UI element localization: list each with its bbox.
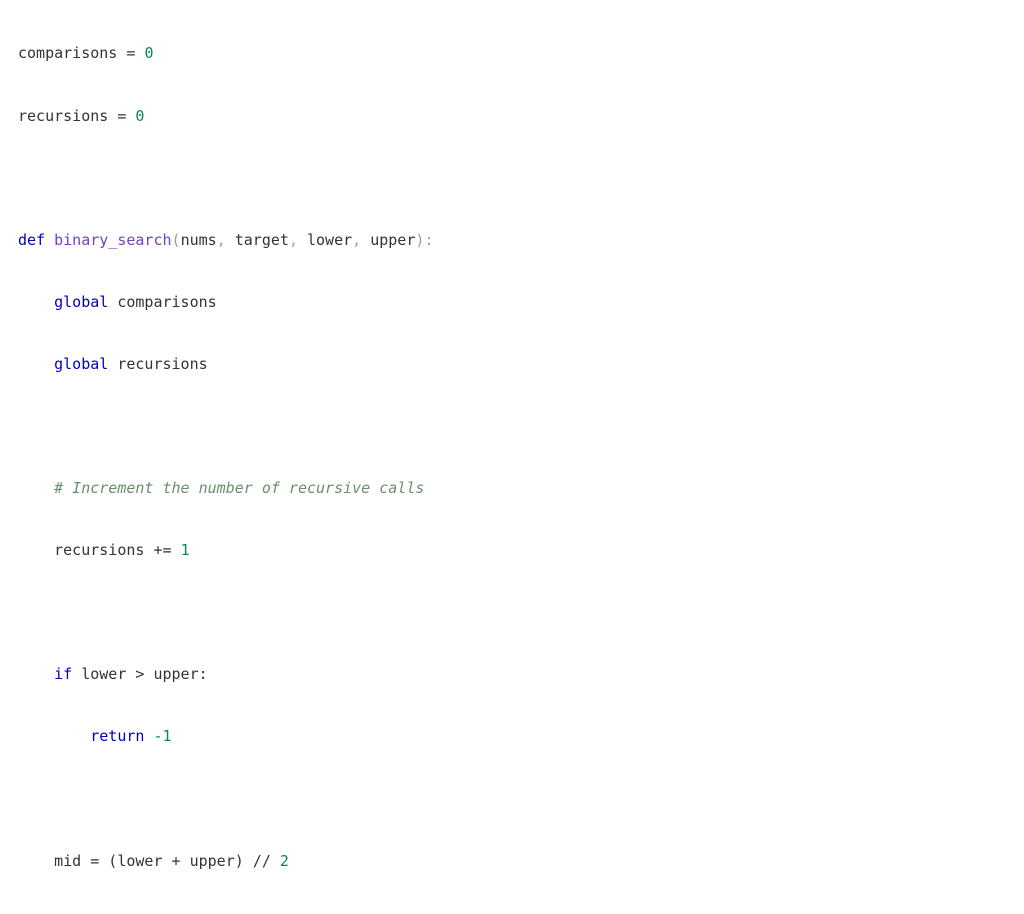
code-line[interactable]: global recursions: [18, 354, 1024, 375]
code-line[interactable]: comparisons = 0: [18, 43, 1024, 64]
code-line[interactable]: # Increment the number of recursive call…: [18, 478, 1024, 499]
identifier: recursions: [18, 107, 108, 125]
number-literal: 0: [135, 107, 144, 125]
number-literal: 0: [144, 44, 153, 62]
code-line[interactable]: [18, 168, 1024, 189]
operator: =: [108, 107, 135, 125]
param: lower: [307, 231, 352, 249]
code-editor[interactable]: comparisons = 0 recursions = 0 def binar…: [0, 0, 1024, 914]
number-literal: 1: [181, 541, 190, 559]
number-literal: 2: [280, 852, 289, 870]
code-area[interactable]: comparisons = 0 recursions = 0 def binar…: [12, 0, 1024, 914]
identifier: comparisons: [18, 44, 117, 62]
keyword: global: [54, 355, 108, 373]
code-line[interactable]: recursions += 1: [18, 540, 1024, 561]
code-line[interactable]: mid = (lower + upper) // 2: [18, 851, 1024, 872]
code-line[interactable]: def binary_search(nums, target, lower, u…: [18, 230, 1024, 251]
code-line[interactable]: [18, 602, 1024, 623]
param: nums: [181, 231, 217, 249]
code-line[interactable]: if lower > upper:: [18, 664, 1024, 685]
code-line[interactable]: recursions = 0: [18, 106, 1024, 127]
statement: mid = (lower + upper) //: [54, 852, 280, 870]
identifier: recursions: [108, 355, 207, 373]
number-literal: -1: [153, 727, 171, 745]
keyword: def: [18, 231, 45, 249]
code-line[interactable]: global comparisons: [18, 292, 1024, 313]
code-line[interactable]: return -1: [18, 726, 1024, 747]
keyword: return: [90, 727, 144, 745]
code-line[interactable]: [18, 789, 1024, 810]
keyword: if: [54, 665, 72, 683]
condition: lower > upper:: [72, 665, 207, 683]
operator: =: [117, 44, 144, 62]
code-line[interactable]: [18, 416, 1024, 437]
comment: # Increment the number of recursive call…: [54, 479, 424, 497]
identifier: comparisons: [108, 293, 216, 311]
line-number-gutter: [0, 0, 12, 914]
keyword: global: [54, 293, 108, 311]
param: target: [235, 231, 289, 249]
statement: recursions +=: [54, 541, 180, 559]
paren: (: [172, 231, 181, 249]
function-name: binary_search: [54, 231, 171, 249]
param: upper: [370, 231, 415, 249]
